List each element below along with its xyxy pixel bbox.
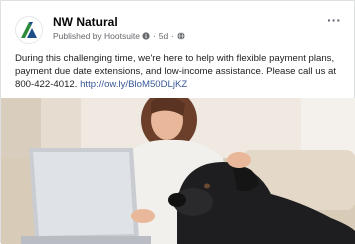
post-link[interactable]: http://ow.ly/BloM50DLjKZ bbox=[80, 79, 187, 90]
photo-woman-laptop-dog bbox=[1, 98, 355, 244]
page-name[interactable]: NW Natural bbox=[53, 15, 118, 29]
post-body: During this challenging time, we're here… bbox=[15, 52, 349, 91]
more-options-button[interactable]: ··· bbox=[327, 12, 341, 28]
post-meta: Published by Hootsuite · 5d · bbox=[53, 31, 185, 41]
post-photo[interactable] bbox=[1, 98, 355, 244]
post-timestamp[interactable]: 5d bbox=[159, 31, 168, 41]
meta-separator: · bbox=[171, 31, 175, 41]
page-avatar[interactable] bbox=[15, 16, 43, 44]
meta-separator: · bbox=[152, 31, 156, 41]
facebook-post: NW Natural Published by Hootsuite · 5d ·… bbox=[0, 0, 355, 244]
published-by-label[interactable]: Published by Hootsuite bbox=[53, 31, 140, 41]
globe-icon bbox=[177, 32, 185, 40]
info-icon bbox=[142, 32, 150, 40]
more-horizontal-icon: ··· bbox=[327, 12, 341, 28]
nw-natural-logo-icon bbox=[21, 22, 37, 38]
post-header: NW Natural Published by Hootsuite · 5d ·… bbox=[15, 12, 345, 46]
